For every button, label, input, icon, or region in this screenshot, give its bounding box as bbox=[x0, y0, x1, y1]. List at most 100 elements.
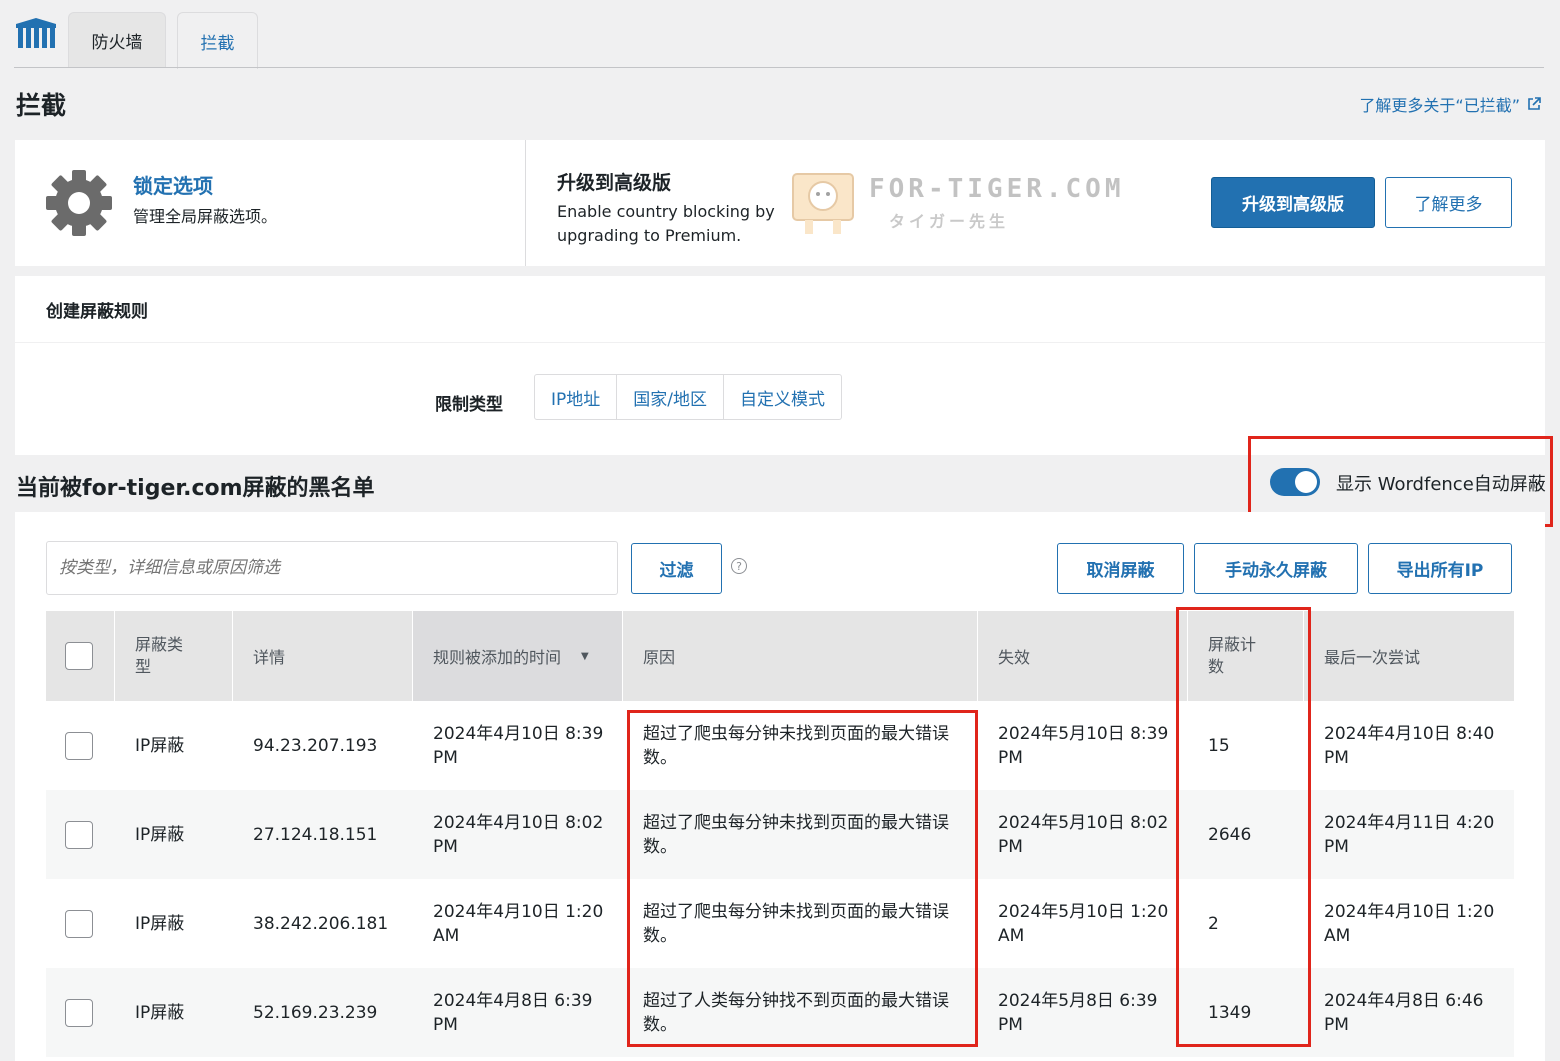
cell-last-attempt: 2024年4月10日 8:40 PM bbox=[1304, 701, 1514, 790]
cell-added-text: 2024年4月8日 6:39 PM bbox=[433, 990, 593, 1035]
cell-last-attempt-text: 2024年4月10日 8:40 PM bbox=[1324, 723, 1495, 768]
cell-count-text: 2 bbox=[1208, 913, 1219, 934]
cell-count-text: 15 bbox=[1208, 735, 1230, 756]
cell-reason-text: 超过了爬虫每分钟未找到页面的最大错误数。 bbox=[643, 901, 949, 946]
header-reason-label: 原因 bbox=[643, 648, 676, 667]
cell-detail: 52.169.23.239 bbox=[233, 968, 413, 1057]
header-added[interactable]: 规则被添加的时间 ▼ bbox=[413, 611, 623, 701]
learn-more-button[interactable]: 了解更多 bbox=[1385, 177, 1512, 228]
restrict-type-selector: IP地址 国家/地区 自定义模式 bbox=[534, 374, 842, 420]
header-expires-label: 失效 bbox=[998, 648, 1031, 667]
cell-count: 2 bbox=[1188, 879, 1304, 968]
cell-reason: 超过了爬虫每分钟未找到页面的最大错误数。 bbox=[623, 790, 978, 879]
restrict-type-label: 限制类型 bbox=[435, 395, 503, 415]
wordfence-logo-icon bbox=[16, 18, 56, 48]
help-icon[interactable]: ? bbox=[731, 558, 747, 574]
table-row: IP屏蔽 38.242.206.181 2024年4月10日 1:20 AM 超过了爬… bbox=[46, 879, 1514, 968]
export-ips-button[interactable]: 导出所有IP bbox=[1368, 543, 1512, 594]
tab-firewall[interactable]: 防火墙 bbox=[68, 12, 166, 68]
row-checkbox[interactable] bbox=[65, 820, 93, 849]
cell-block-type: IP屏蔽 bbox=[115, 790, 233, 879]
cell-expires-text: 2024年5月10日 8:02 PM bbox=[998, 812, 1169, 857]
row-checkbox[interactable] bbox=[65, 909, 93, 938]
tiger-mascot-icon bbox=[792, 173, 854, 234]
permanent-block-button[interactable]: 手动永久屏蔽 bbox=[1194, 543, 1358, 594]
page-title: 拦截 bbox=[16, 91, 67, 120]
header-count[interactable]: 屏蔽计数 bbox=[1188, 611, 1304, 701]
cell-block-type-text: IP屏蔽 bbox=[135, 913, 185, 934]
upgrade-description: Enable country blocking by upgrading to … bbox=[557, 202, 775, 245]
cell-last-attempt: 2024年4月11日 4:20 PM bbox=[1304, 790, 1514, 879]
cell-expires: 2024年5月10日 8:39 PM bbox=[978, 701, 1188, 790]
cell-reason: 超过了爬虫每分钟未找到页面的最大错误数。 bbox=[623, 701, 978, 790]
cell-added: 2024年4月10日 1:20 AM bbox=[413, 879, 623, 968]
cell-detail-text: 94.23.207.193 bbox=[253, 735, 378, 756]
lock-options-link[interactable]: 锁定选项 bbox=[133, 170, 213, 199]
cell-count: 2646 bbox=[1188, 790, 1304, 879]
row-checkbox[interactable] bbox=[65, 731, 93, 760]
header-last-attempt[interactable]: 最后一次尝试 bbox=[1304, 611, 1514, 701]
cell-block-type-text: IP屏蔽 bbox=[135, 1002, 185, 1023]
cell-last-attempt: 2024年4月10日 1:20 AM bbox=[1304, 879, 1514, 968]
select-all-checkbox[interactable] bbox=[65, 642, 93, 670]
header-last-attempt-label: 最后一次尝试 bbox=[1324, 648, 1421, 667]
row-checkbox[interactable] bbox=[65, 998, 93, 1027]
cell-reason: 超过了人类每分钟找不到页面的最大错误数。 bbox=[623, 968, 978, 1057]
watermark-subtext: タイガー先生 bbox=[889, 212, 1010, 231]
cell-detail: 94.23.207.193 bbox=[233, 701, 413, 790]
cell-expires: 2024年5月10日 8:02 PM bbox=[978, 790, 1188, 879]
gear-icon bbox=[46, 170, 112, 236]
header-checkbox-cell bbox=[46, 611, 115, 701]
filter-input[interactable] bbox=[46, 541, 618, 595]
row-checkbox-cell bbox=[46, 879, 115, 968]
cell-last-attempt-text: 2024年4月10日 1:20 AM bbox=[1324, 901, 1495, 946]
cell-count: 1349 bbox=[1188, 968, 1304, 1057]
auto-block-toggle[interactable] bbox=[1270, 468, 1320, 496]
cell-reason-text: 超过了爬虫每分钟未找到页面的最大错误数。 bbox=[643, 723, 949, 768]
cell-reason-text: 超过了爬虫每分钟未找到页面的最大错误数。 bbox=[643, 812, 949, 857]
upgrade-title: 升级到高级版 bbox=[557, 172, 672, 194]
toggle-knob bbox=[1295, 471, 1317, 493]
restrict-option-ip[interactable]: IP地址 bbox=[535, 375, 618, 419]
cell-expires-text: 2024年5月10日 1:20 AM bbox=[998, 901, 1169, 946]
cell-expires-text: 2024年5月10日 8:39 PM bbox=[998, 723, 1169, 768]
cell-detail-text: 27.124.18.151 bbox=[253, 824, 378, 845]
upgrade-button[interactable]: 升级到高级版 bbox=[1211, 177, 1375, 228]
cell-block-type-text: IP屏蔽 bbox=[135, 735, 185, 756]
tab-blocking[interactable]: 拦截 bbox=[177, 12, 258, 69]
table-row: IP屏蔽 27.124.18.151 2024年4月10日 8:02 PM 超过了爬虫… bbox=[46, 790, 1514, 879]
unblock-button[interactable]: 取消屏蔽 bbox=[1057, 543, 1184, 594]
table-header: 屏蔽类型 详情 规则被添加的时间 ▼ 原因 失效 屏蔽计数 最后一次尝试 bbox=[46, 611, 1514, 701]
cell-block-type-text: IP屏蔽 bbox=[135, 824, 185, 845]
sort-desc-icon: ▼ bbox=[581, 650, 589, 662]
cell-added: 2024年4月8日 6:39 PM bbox=[413, 968, 623, 1057]
cell-reason: 超过了爬虫每分钟未找到页面的最大错误数。 bbox=[623, 879, 978, 968]
header-detail[interactable]: 详情 bbox=[233, 611, 413, 701]
learn-more-label: 了解更多关于“已拦截” bbox=[1359, 96, 1520, 115]
cell-detail-text: 38.242.206.181 bbox=[253, 913, 389, 934]
external-link-icon bbox=[1528, 97, 1541, 110]
tab-divider bbox=[14, 67, 1544, 68]
filter-button[interactable]: 过滤 bbox=[631, 543, 722, 594]
row-checkbox-cell bbox=[46, 790, 115, 879]
lock-options-subtitle: 管理全局屏蔽选项。 bbox=[133, 207, 278, 226]
cell-reason-text: 超过了人类每分钟找不到页面的最大错误数。 bbox=[643, 990, 949, 1035]
cell-block-type: IP屏蔽 bbox=[115, 701, 233, 790]
cell-added: 2024年4月10日 8:02 PM bbox=[413, 790, 623, 879]
cell-last-attempt-text: 2024年4月11日 4:20 PM bbox=[1324, 812, 1495, 857]
cell-count-text: 2646 bbox=[1208, 824, 1252, 845]
card-divider bbox=[525, 140, 526, 266]
cell-detail: 38.242.206.181 bbox=[233, 879, 413, 968]
learn-more-link[interactable]: 了解更多关于“已拦截” bbox=[1359, 92, 1542, 116]
header-reason[interactable]: 原因 bbox=[623, 611, 978, 701]
row-checkbox-cell bbox=[46, 701, 115, 790]
cell-added-text: 2024年4月10日 1:20 AM bbox=[433, 901, 604, 946]
watermark-text: FOR-TIGER.COM bbox=[869, 174, 1125, 204]
header-block-type-label: 屏蔽类型 bbox=[135, 635, 184, 676]
cell-count-text: 1349 bbox=[1208, 1002, 1252, 1023]
restrict-option-country[interactable]: 国家/地区 bbox=[617, 375, 724, 419]
header-block-type[interactable]: 屏蔽类型 bbox=[115, 611, 233, 701]
restrict-option-custom[interactable]: 自定义模式 bbox=[724, 375, 841, 419]
cell-added: 2024年4月10日 8:39 PM bbox=[413, 701, 623, 790]
header-expires[interactable]: 失效 bbox=[978, 611, 1188, 701]
